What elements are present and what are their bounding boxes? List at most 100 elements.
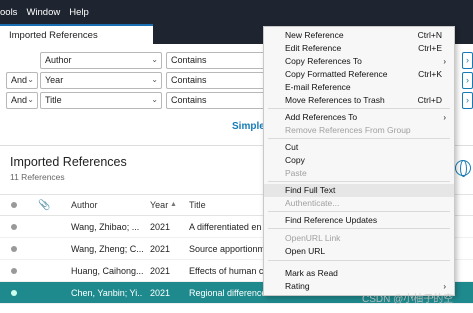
search-bool-select-2[interactable]: And ⌄ [6,72,38,89]
menu-item-find-reference-updates[interactable]: Find Reference Updates [264,214,454,227]
column-author[interactable]: Author [71,200,98,210]
menu-item-open-url[interactable]: Open URL [264,245,454,258]
watermark: CSDN @小柚子的空 [362,294,454,305]
search-field-select-3[interactable]: Title ⌄ [40,92,162,109]
cell-title: Source apportionm [189,244,263,254]
search-operator-value-2: Contains [171,75,207,85]
cell-title: Effects of human c [189,266,263,276]
search-field-value-2: Year [45,75,64,85]
sort-up-icon: ▲ [170,201,177,208]
menu-item-label: Paste [285,168,307,178]
menu-item-email-reference[interactable]: E-mail Reference [264,81,454,94]
menu-item-edit-reference[interactable]: Edit Reference Ctrl+E [264,42,454,55]
menu-item-label: Rating [285,281,310,291]
chevron-down-icon: ⌄ [151,75,158,84]
menu-item-move-to-trash[interactable]: Move References to Trash Ctrl+D [264,94,454,107]
context-menu: New Reference Ctrl+N Edit Reference Ctrl… [263,26,455,296]
cell-author: Huang, Caihong... [71,266,143,276]
cell-year: 2021 [150,266,171,276]
menu-item-label: Remove References From Group [285,125,411,135]
menu-separator [268,260,450,261]
globe-icon[interactable] [455,160,471,177]
unread-dot-icon [11,268,17,274]
cell-author: Chen, Yanbin; Yi... [71,288,143,298]
paperclip-icon[interactable]: 📎 [38,200,50,211]
menu-item-cut[interactable]: Cut [264,141,454,154]
search-field-select-1[interactable]: Author ⌄ [40,52,162,69]
cell-title: A differentiated en [189,222,262,232]
chevron-right-icon: › [443,57,446,66]
menu-item-copy-formatted-reference[interactable]: Copy Formatted Reference Ctrl+K [264,68,454,81]
column-title[interactable]: Title [189,200,206,210]
menu-separator [268,138,450,139]
menu-item-authenticate[interactable]: Authenticate... [264,197,454,210]
shortcut-label: Ctrl+D [417,95,442,105]
search-bool-value-2: And [11,75,28,85]
menu-item-copy-references-to[interactable]: Copy References To › [264,55,454,68]
add-row-button-3[interactable]: › [462,92,473,109]
menu-item-find-full-text[interactable]: Find Full Text [264,184,454,197]
menu-item-label: OpenURL Link [285,233,341,243]
cell-year: 2021 [150,222,171,232]
menu-item-openurl-link[interactable]: OpenURL Link [264,232,454,245]
menu-window[interactable]: Window [26,7,60,18]
menu-item-label: Copy [285,155,305,165]
cell-year: 2021 [150,244,171,254]
menu-item-mark-as-read[interactable]: Mark as Read [264,267,454,280]
menu-item-label: E-mail Reference [285,82,351,92]
unread-dot-icon [11,290,17,296]
chevron-down-icon: ⌄ [27,95,34,104]
menu-item-copy[interactable]: Copy [264,154,454,167]
search-operator-select-3[interactable]: Contains [166,92,266,109]
simple-search-link[interactable]: Simple [232,121,265,132]
cell-author: Wang, Zheng; C... [71,244,143,254]
chevron-right-icon: › [443,113,446,122]
menu-separator [268,228,450,229]
add-row-button-1[interactable]: › [462,52,473,69]
search-field-value-3: Title [45,95,62,105]
menu-item-label: Copy Formatted Reference [285,69,388,79]
search-operator-select-2[interactable]: Contains [166,72,266,89]
search-bool-value-3: And [11,95,28,105]
search-bool-select-3[interactable]: And ⌄ [6,92,38,109]
cell-author: Wang, Zhibao; ... [71,222,140,232]
menu-tools[interactable]: ools [0,7,17,18]
shortcut-label: Ctrl+N [417,30,442,40]
menu-bar: ools Window Help [0,0,473,24]
shortcut-label: Ctrl+E [418,43,442,53]
search-operator-select-1[interactable]: Contains [166,52,266,69]
menu-item-remove-from-group[interactable]: Remove References From Group [264,124,454,137]
menu-item-new-reference[interactable]: New Reference Ctrl+N [264,29,454,42]
menu-separator [268,211,450,212]
search-operator-value-1: Contains [171,55,207,65]
menu-separator [268,108,450,109]
chevron-down-icon: ⌄ [27,75,34,84]
menu-item-label: Copy References To [285,56,362,66]
search-operator-value-3: Contains [171,95,207,105]
menu-item-add-references-to[interactable]: Add References To › [264,111,454,124]
menu-item-label: New Reference [285,30,344,40]
search-field-select-2[interactable]: Year ⌄ [40,72,162,89]
search-field-value-1: Author [45,55,72,65]
column-year[interactable]: Year [150,200,168,210]
menu-item-paste[interactable]: Paste [264,167,454,180]
menu-item-label: Cut [285,142,299,152]
menu-item-label: Mark as Read [285,268,338,278]
tab-imported-references[interactable]: Imported References [0,24,153,44]
reference-count: 11 References [10,172,65,182]
cell-year: 2021 [150,288,171,298]
menu-help[interactable]: Help [69,7,89,18]
unread-dot-icon [11,224,17,230]
menu-separator [268,181,450,182]
menu-item-label: Edit Reference [285,43,342,53]
menu-item-label: Find Reference Updates [285,215,378,225]
chevron-down-icon: ⌄ [151,95,158,104]
library-title: Imported References [10,155,127,169]
menu-item-label: Find Full Text [285,185,336,195]
shortcut-label: Ctrl+K [418,69,442,79]
menu-item-label: Open URL [285,246,326,256]
add-row-button-2[interactable]: › [462,72,473,89]
menu-item-label: Authenticate... [285,198,340,208]
read-status-column-icon[interactable] [11,202,17,208]
unread-dot-icon [11,246,17,252]
